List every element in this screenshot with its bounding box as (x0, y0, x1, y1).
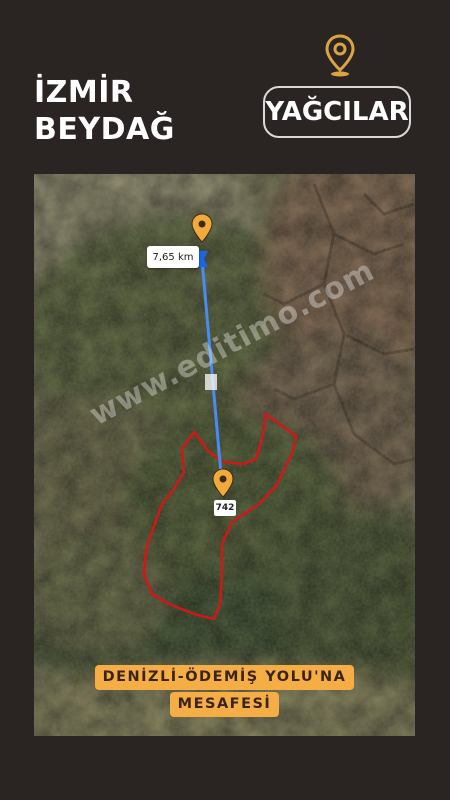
page-title: İZMİR BEYDAĞ (34, 74, 175, 148)
caption-line-2: MESAFESİ (169, 692, 280, 717)
caption-line-1: DENİZLİ-ÖDEMİŞ YOLU'NA (94, 665, 355, 690)
distance-label: 7,65 km (147, 246, 199, 268)
location-pin-icon (325, 34, 355, 77)
title-district: BEYDAĞ (34, 112, 175, 147)
title-city: İZMİR (34, 75, 134, 110)
map-caption: DENİZLİ-ÖDEMİŞ YOLU'NA MESAFESİ (34, 665, 415, 717)
satellite-map: 7,65 km 742 www.editimo.com DENİZLİ-ÖDEM… (34, 174, 415, 736)
road-number-badge: 742 (214, 500, 236, 516)
location-badge: YAĞCILAR (263, 86, 411, 138)
